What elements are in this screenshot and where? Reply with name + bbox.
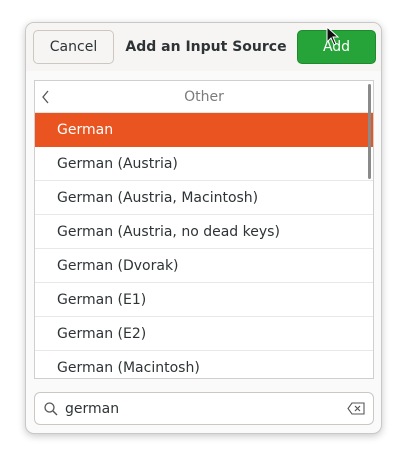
mouse-pointer-icon	[326, 26, 340, 46]
input-source-list: Other German German (Austria) German (Au…	[34, 80, 374, 379]
list-back-row[interactable]: Other	[35, 81, 373, 113]
list-item[interactable]: German (Austria)	[35, 147, 373, 181]
dialog-title: Add an Input Source	[125, 39, 287, 55]
search-entry[interactable]	[34, 392, 374, 425]
list-scrollbar[interactable]	[368, 84, 371, 179]
list-item[interactable]: German (Dvorak)	[35, 249, 373, 283]
list-item[interactable]: German (E2)	[35, 317, 373, 351]
list-item[interactable]: German (Austria, no dead keys)	[35, 215, 373, 249]
chevron-left-icon[interactable]	[41, 89, 51, 105]
list-category-label: Other	[184, 88, 224, 105]
list-item[interactable]: German (Macintosh)	[35, 351, 373, 378]
clear-search-icon[interactable]	[347, 402, 365, 415]
list-item[interactable]: German	[35, 113, 373, 147]
list-item[interactable]: German (E1)	[35, 283, 373, 317]
list-item[interactable]: German (Austria, Macintosh)	[35, 181, 373, 215]
cancel-button[interactable]: Cancel	[33, 30, 114, 64]
add-input-source-dialog: Cancel Add an Input Source Add Other Ger…	[25, 22, 382, 434]
search-input[interactable]	[65, 393, 335, 424]
dialog-header: Cancel Add an Input Source Add	[26, 23, 381, 71]
search-icon	[44, 402, 58, 416]
